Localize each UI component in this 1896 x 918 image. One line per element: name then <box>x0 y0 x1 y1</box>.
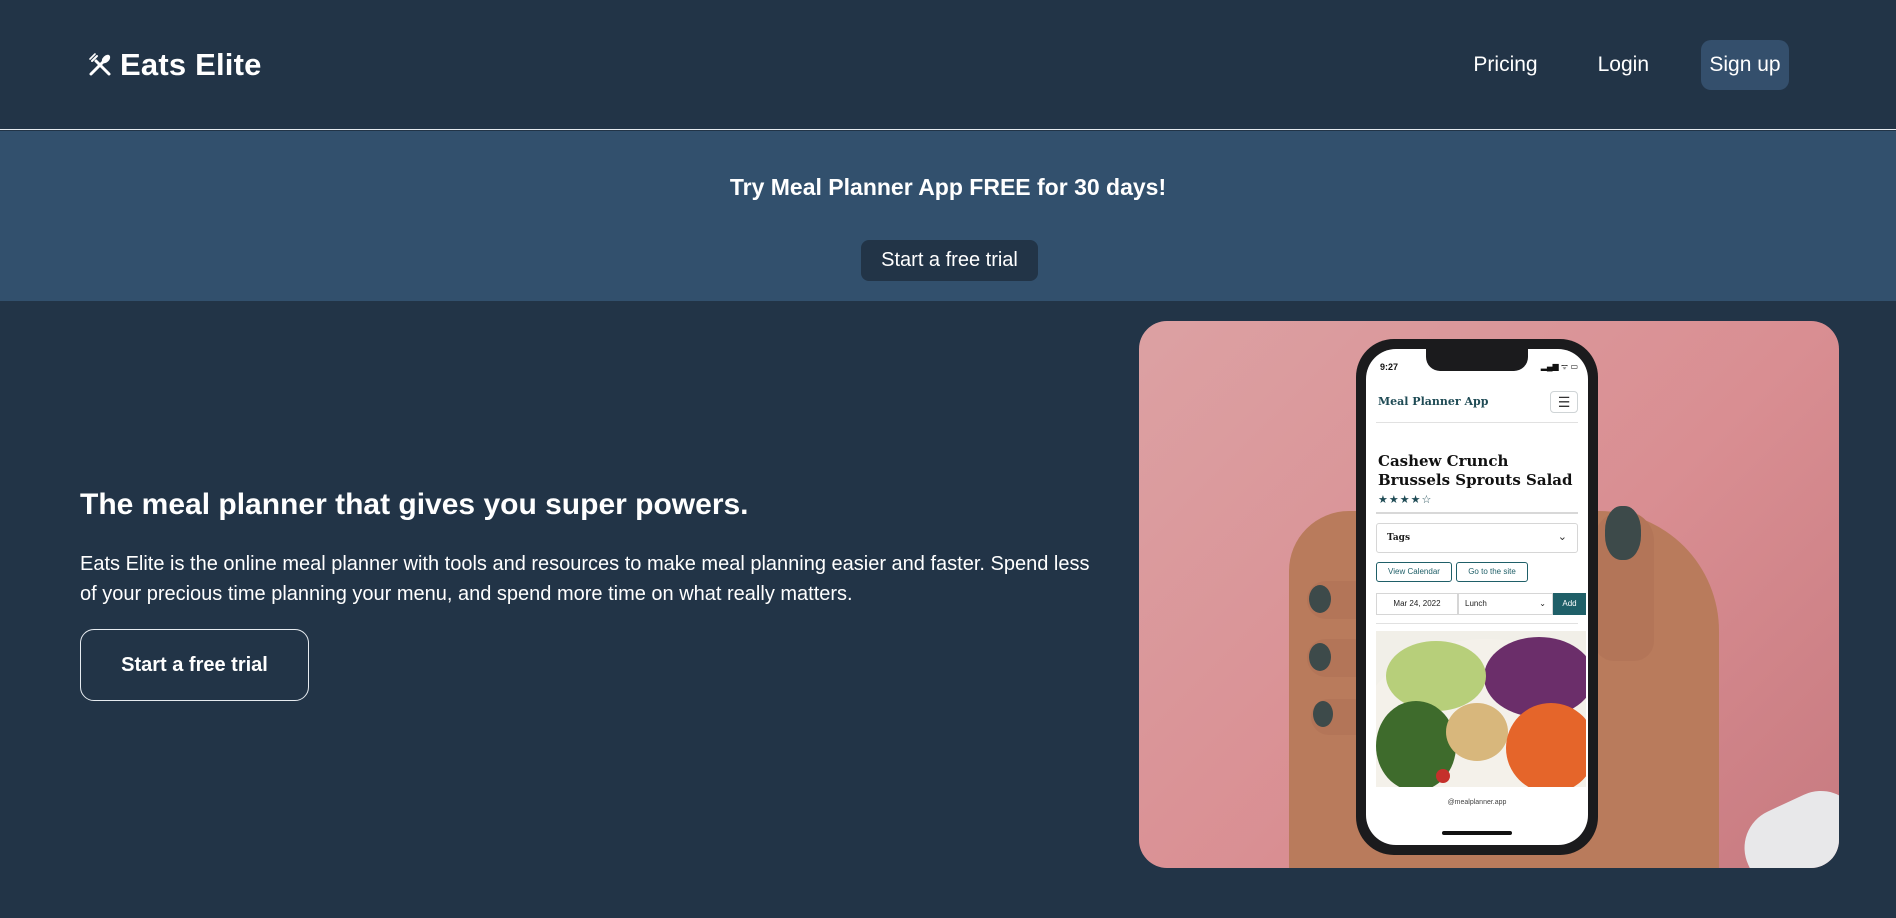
cashews <box>1446 703 1508 761</box>
nav-login-link[interactable]: Login <box>1598 40 1649 90</box>
chevron-down-icon: ⌄ <box>1539 599 1546 608</box>
nav-pricing-link[interactable]: Pricing <box>1473 40 1537 90</box>
chevron-down-icon: ⌄ <box>1557 531 1567 543</box>
thumbnail <box>1605 506 1641 560</box>
carrots <box>1506 703 1586 787</box>
status-icons: ▂▄▆ ᯤ ▭ <box>1540 362 1578 371</box>
view-calendar-button: View Calendar <box>1376 562 1452 582</box>
home-indicator <box>1442 831 1512 835</box>
tomato <box>1436 769 1450 783</box>
signup-button[interactable]: Sign up <box>1701 40 1789 90</box>
app-footer-url: @mealplanner.app <box>1447 799 1507 806</box>
brand-logo[interactable]: Eats Elite <box>86 46 262 84</box>
banner-title: Try Meal Planner App FREE for 30 days! <box>729 174 1167 200</box>
app-title: Meal Planner App <box>1378 395 1489 408</box>
sleeve <box>1731 777 1839 868</box>
meal-select-value: Lunch <box>1465 599 1487 608</box>
main-nav: Pricing Login Sign up <box>1473 40 1789 90</box>
brand-name: Eats Elite <box>120 47 262 82</box>
hero-trial-button[interactable]: Start a free trial <box>80 629 309 701</box>
hero-title: The meal planner that gives you super po… <box>80 488 749 521</box>
phone-mockup: 9:27 ▂▄▆ ᯤ ▭ Meal Planner App ☰ Cashew C… <box>1356 339 1598 855</box>
hero-description: Eats Elite is the online meal planner wi… <box>80 553 1090 605</box>
recipe-title: Cashew Crunch Brussels Sprouts Salad <box>1378 452 1573 489</box>
banner-trial-button[interactable]: Start a free trial <box>861 240 1038 281</box>
fingernail <box>1313 701 1333 727</box>
meal-select: Lunch ⌄ <box>1458 593 1553 615</box>
divider <box>1376 623 1578 624</box>
fork-spoon-icon <box>89 53 111 76</box>
hero-image: 9:27 ▂▄▆ ᯤ ▭ Meal Planner App ☰ Cashew C… <box>1139 321 1839 868</box>
tags-label: Tags <box>1387 533 1411 543</box>
divider <box>1376 512 1578 514</box>
date-field: Mar 24, 2022 <box>1376 593 1458 615</box>
tags-dropdown: Tags ⌄ <box>1376 523 1578 553</box>
site-header: Eats Elite Pricing Login Sign up <box>0 0 1896 130</box>
fingernail <box>1309 643 1331 671</box>
divider <box>1376 422 1578 423</box>
fingernail <box>1309 585 1331 613</box>
rating-stars: ★★★★☆ <box>1378 494 1433 506</box>
salad-photo <box>1376 631 1586 787</box>
status-time: 9:27 <box>1380 362 1399 372</box>
phone-screen: 9:27 ▂▄▆ ᯤ ▭ Meal Planner App ☰ Cashew C… <box>1366 349 1588 845</box>
add-button: Add <box>1553 593 1586 615</box>
sprouts <box>1386 641 1486 711</box>
phone-notch <box>1426 349 1528 371</box>
go-to-site-button: Go to the site <box>1456 562 1528 582</box>
hamburger-icon: ☰ <box>1550 391 1578 413</box>
